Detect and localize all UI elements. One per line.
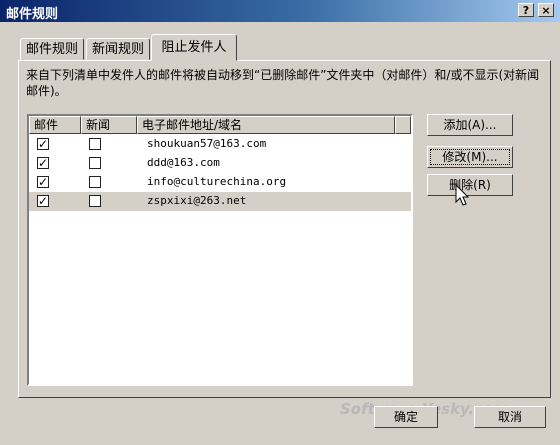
email-address: info@culturechina.org [147, 175, 287, 188]
email-address: ddd@163.com [147, 156, 220, 169]
modify-button[interactable]: 修改(M)... [427, 146, 513, 168]
news-checkbox[interactable] [89, 138, 101, 150]
email-address: shoukuan57@163.com [147, 137, 267, 150]
tab-mail-rules[interactable]: 邮件规则 [20, 38, 84, 60]
list-item-selected[interactable]: ✓ zspxixi@263.net [29, 192, 411, 211]
window-title: 邮件规则 [6, 7, 59, 22]
list-item[interactable]: ✓ shoukuan57@163.com [29, 135, 411, 154]
column-address[interactable]: 电子邮件地址/域名 [137, 116, 395, 134]
blocked-senders-list[interactable]: 邮件 新闻 电子邮件地址/域名 ✓ shoukuan57@163.com ✓ d… [27, 114, 413, 386]
list-item[interactable]: ✓ ddd@163.com [29, 154, 411, 173]
list-item[interactable]: ✓ info@culturechina.org [29, 173, 411, 192]
tab-news-rules[interactable]: 新闻规则 [86, 38, 150, 60]
mail-checkbox[interactable]: ✓ [37, 195, 49, 207]
description-text: 来自下列清单中发件人的邮件将被自动移到“已删除邮件”文件夹中（对邮件）和/或不显… [26, 68, 540, 98]
close-button[interactable]: × [538, 3, 554, 17]
news-checkbox[interactable] [89, 176, 101, 188]
column-mail[interactable]: 邮件 [29, 116, 81, 134]
column-news[interactable]: 新闻 [81, 116, 137, 134]
mail-checkbox[interactable]: ✓ [37, 138, 49, 150]
email-address: zspxixi@263.net [147, 194, 247, 207]
ok-button[interactable]: 确定 [374, 406, 438, 428]
list-header: 邮件 新闻 电子邮件地址/域名 [29, 116, 411, 134]
title-bar: 邮件规则 ? × [0, 0, 560, 22]
mail-checkbox[interactable]: ✓ [37, 176, 49, 188]
mail-checkbox[interactable]: ✓ [37, 157, 49, 169]
help-button[interactable]: ? [518, 3, 534, 17]
news-checkbox[interactable] [89, 157, 101, 169]
tab-blocked-senders[interactable]: 阻止发件人 [151, 34, 237, 61]
cancel-button[interactable]: 取消 [474, 406, 546, 428]
add-button[interactable]: 添加(A)... [427, 114, 513, 136]
mouse-cursor-icon [455, 184, 470, 206]
news-checkbox[interactable] [89, 195, 101, 207]
column-filler [395, 116, 411, 134]
